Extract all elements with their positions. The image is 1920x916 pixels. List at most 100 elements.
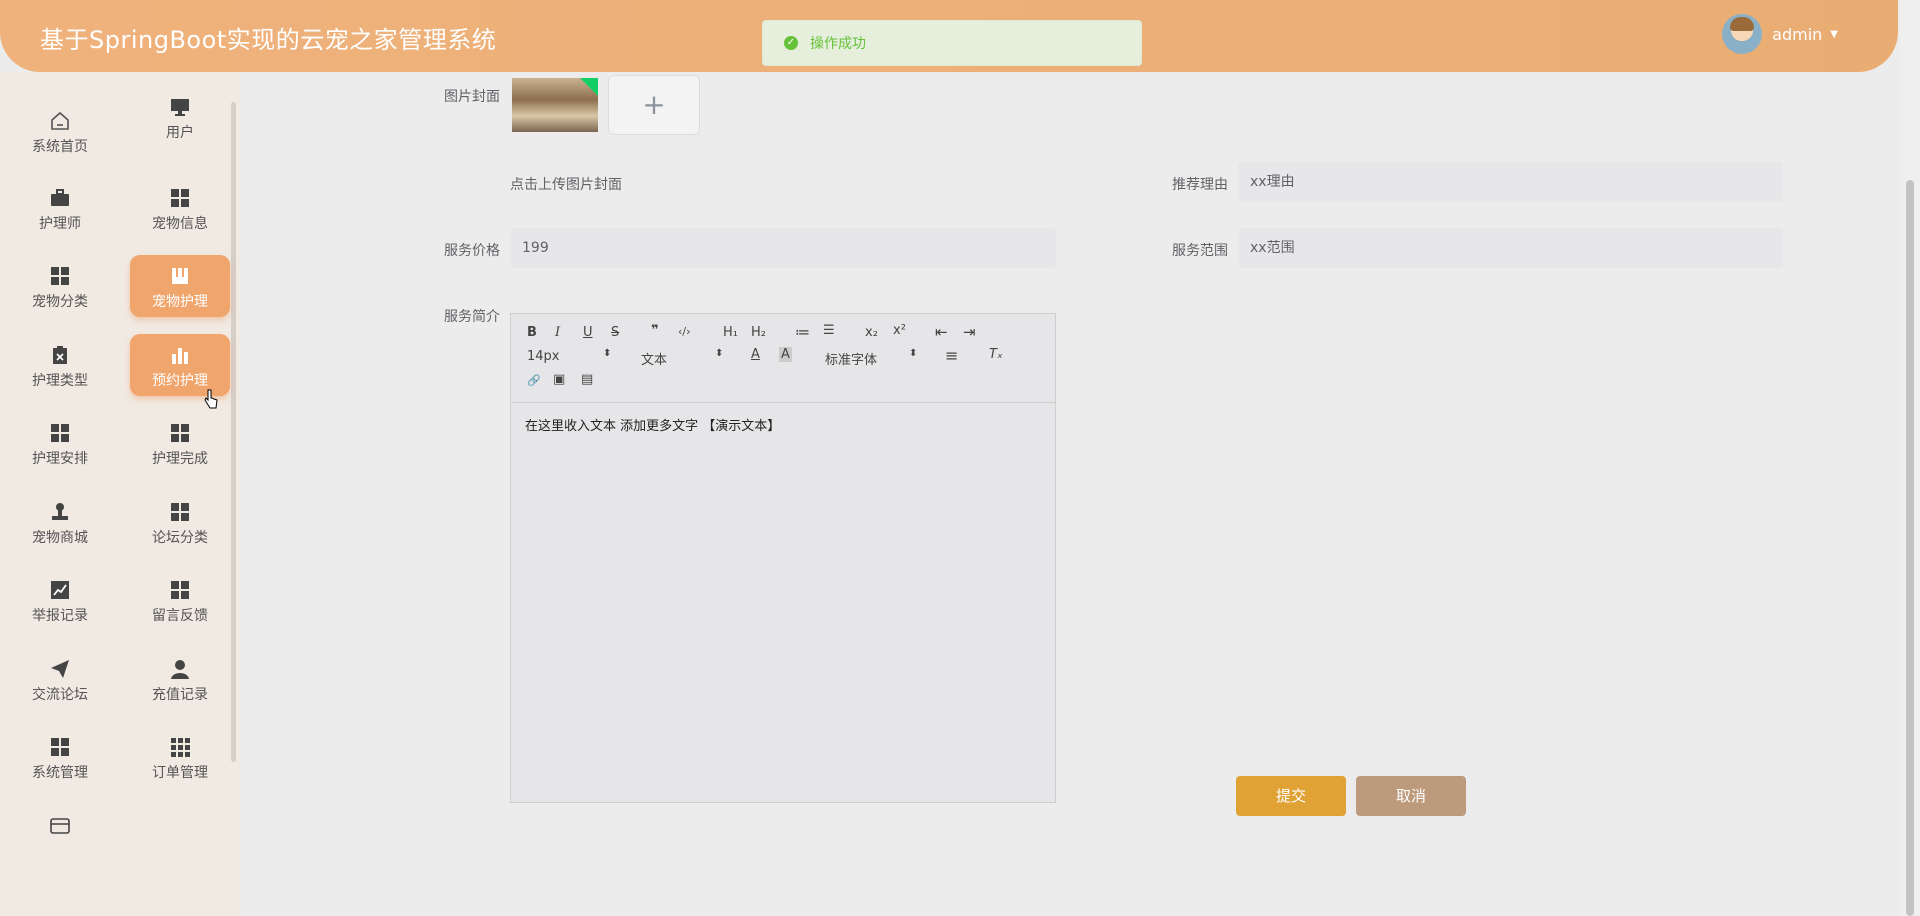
font-color-button[interactable]: A xyxy=(751,347,760,362)
briefcase-icon xyxy=(49,187,71,209)
grid-icon xyxy=(169,501,191,523)
chevron-updown-icon[interactable]: ⬍ xyxy=(603,348,611,359)
chevron-down-icon[interactable]: ▼ xyxy=(1830,29,1838,40)
reason-input[interactable]: xx理由 xyxy=(1238,162,1783,202)
sidebar-item-11[interactable]: 论坛分类 xyxy=(130,491,230,553)
user-icon xyxy=(169,658,191,680)
quote-button[interactable]: ❞ xyxy=(651,323,659,338)
align-button[interactable]: ≡ xyxy=(945,346,958,365)
sidebar-item-18[interactable] xyxy=(10,805,110,867)
indent-button[interactable]: ⇥ xyxy=(963,323,976,341)
cancel-button[interactable]: 取消 xyxy=(1356,776,1466,816)
strike-button[interactable]: S xyxy=(611,325,619,340)
sidebar-item-16[interactable]: 系统管理 xyxy=(10,726,110,788)
chevron-updown-icon[interactable]: ⬍ xyxy=(909,348,917,359)
grid-icon xyxy=(169,579,191,601)
sidebar-item-9[interactable]: 护理完成 xyxy=(130,412,230,474)
sidebar-item-13[interactable]: 留言反馈 xyxy=(130,569,230,631)
send-icon xyxy=(49,658,71,680)
submit-button[interactable]: 提交 xyxy=(1236,776,1346,816)
sidebar-item-14[interactable]: 交流论坛 xyxy=(10,648,110,710)
sidebar-item-8[interactable]: 护理安排 xyxy=(10,412,110,474)
sidebar-item-label: 交流论坛 xyxy=(32,686,88,703)
monitor-icon xyxy=(169,96,191,118)
h2-button[interactable]: H₂ xyxy=(751,325,766,340)
avatar[interactable] xyxy=(1722,14,1763,54)
sidebar-item-label: 护理师 xyxy=(39,215,81,232)
home-icon xyxy=(49,110,71,132)
app-title: 基于SpringBoot实现的云宠之家管理系统 xyxy=(40,26,497,54)
sidebar: 系统首页 用户护理师 宠物信息宠物分类 宠物护理护理类型 预约护理护理安排 护理完成 宠物商… xyxy=(0,72,240,916)
bold-button[interactable]: B xyxy=(527,325,537,340)
stamp-icon xyxy=(49,501,71,523)
sidebar-item-7[interactable]: 预约护理 xyxy=(130,333,230,396)
background-color-button[interactable]: A xyxy=(779,347,792,362)
editor-content[interactable]: 在这里收入文本 添加更多文字 【演示文本】 xyxy=(511,403,1055,446)
price-input[interactable]: 199 xyxy=(510,228,1056,268)
sidebar-item-10[interactable]: 宠物商城 xyxy=(10,491,110,553)
sidebar-item-15[interactable]: 充值记录 xyxy=(130,648,230,710)
clean-format-button[interactable]: Tₓ xyxy=(989,347,1003,362)
user-menu[interactable]: admin ▼ xyxy=(1722,14,1838,54)
grid-icon xyxy=(49,265,71,287)
sidebar-item-12[interactable]: 举报记录 xyxy=(10,569,110,631)
sidebar-item-label: 系统首页 xyxy=(32,139,88,155)
block-type-select[interactable]: 文本 xyxy=(641,349,667,368)
sidebar-item-0[interactable]: 系统首页 xyxy=(10,100,110,162)
sidebar-item-17[interactable]: 订单管理 xyxy=(130,726,230,788)
image-icon[interactable]: ▣ xyxy=(553,372,565,387)
sidebar-item-label: 宠物护理 xyxy=(152,294,208,310)
italic-button[interactable]: I xyxy=(555,325,560,340)
page-scrollbar[interactable] xyxy=(1900,0,1920,916)
bullet-list-button[interactable]: ☰ xyxy=(823,323,835,338)
upload-button[interactable]: + xyxy=(608,75,700,135)
sidebar-item-label: 用户 xyxy=(166,125,194,141)
sidebar-item-2[interactable]: 护理师 xyxy=(10,177,110,239)
sidebar-item-label: 宠物信息 xyxy=(152,215,208,232)
sidebar-item-6[interactable]: 护理类型 xyxy=(10,334,110,396)
bar-chart-icon xyxy=(169,344,191,366)
underline-button[interactable]: U xyxy=(583,325,593,340)
sidebar-item-label: 举报记录 xyxy=(32,608,88,624)
sidebar-item-label: 预约护理 xyxy=(152,372,208,389)
h1-button[interactable]: H₁ xyxy=(723,325,738,340)
line-chart-icon xyxy=(49,579,71,601)
sidebar-item-3[interactable]: 宠物信息 xyxy=(130,177,230,239)
code-button[interactable]: ‹/› xyxy=(678,325,691,338)
card-icon xyxy=(49,815,71,837)
chevron-updown-icon[interactable]: ⬍ xyxy=(715,348,723,359)
sidebar-item-label: 系统管理 xyxy=(32,765,88,781)
sidebar-item-label: 订单管理 xyxy=(152,765,208,781)
apps-icon xyxy=(169,736,191,758)
link-icon[interactable]: 🔗 xyxy=(527,374,541,387)
cover-thumbnail[interactable] xyxy=(512,78,598,132)
sidebar-item-label: 充值记录 xyxy=(152,686,208,703)
grid-icon xyxy=(169,187,191,209)
cover-label: 图片封面 xyxy=(444,89,500,105)
rich-text-editor[interactable]: B I U S ❞ ‹/› H₁ H₂ ≔ ☰ x₂ x² ⇤ ⇥ 14px ⬍… xyxy=(510,313,1056,803)
video-icon[interactable]: ▤ xyxy=(581,372,593,387)
book-icon xyxy=(169,265,191,287)
sidebar-item-label: 护理安排 xyxy=(32,451,88,467)
clipboard-icon xyxy=(49,344,71,366)
scrollbar-thumb[interactable] xyxy=(1906,180,1914,916)
outdent-button[interactable]: ⇤ xyxy=(935,323,948,341)
sidebar-item-label: 宠物分类 xyxy=(32,294,88,310)
superscript-button[interactable]: x² xyxy=(893,323,906,338)
scope-input[interactable]: xx范围 xyxy=(1238,228,1783,268)
success-toast: ✓ 操作成功 xyxy=(762,20,1142,66)
sidebar-item-4[interactable]: 宠物分类 xyxy=(10,255,110,317)
editor-toolbar: B I U S ❞ ‹/› H₁ H₂ ≔ ☰ x₂ x² ⇤ ⇥ 14px ⬍… xyxy=(511,314,1055,403)
sidebar-item-label: 护理类型 xyxy=(32,372,88,389)
font-family-select[interactable]: 标准字体 xyxy=(825,349,877,368)
price-label: 服务价格 xyxy=(444,243,500,259)
reason-label: 推荐理由 xyxy=(1172,177,1228,193)
subscript-button[interactable]: x₂ xyxy=(865,325,878,340)
sidebar-item-1[interactable]: 用户 xyxy=(130,86,230,148)
username[interactable]: admin xyxy=(1772,25,1822,44)
ordered-list-button[interactable]: ≔ xyxy=(795,323,810,341)
intro-label: 服务简介 xyxy=(444,309,500,325)
sidebar-item-5[interactable]: 宠物护理 xyxy=(130,255,230,317)
sidebar-scrollbar[interactable] xyxy=(231,102,236,762)
font-size-select[interactable]: 14px xyxy=(527,349,560,364)
